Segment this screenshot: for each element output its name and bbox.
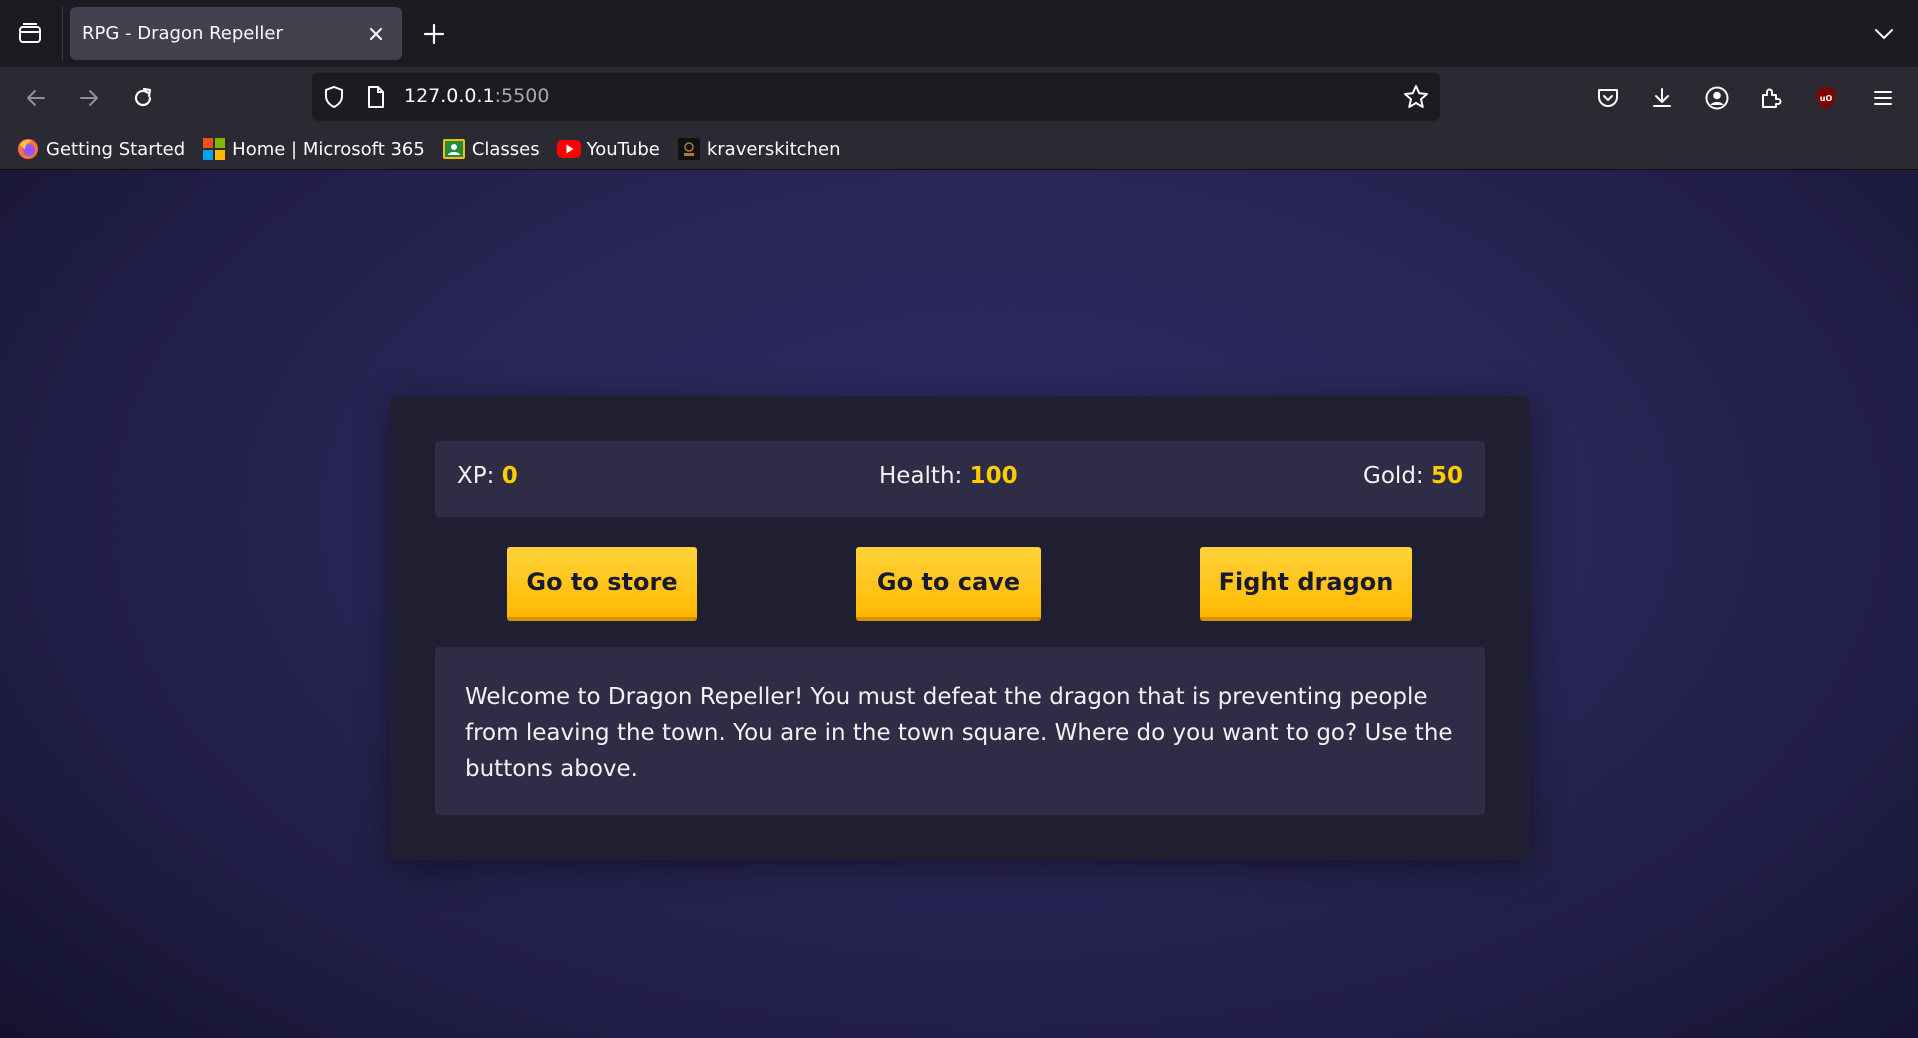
- game-text: Welcome to Dragon Repeller! You must def…: [435, 647, 1485, 815]
- microsoft-icon: [202, 137, 226, 161]
- svg-text:uO: uO: [1820, 94, 1833, 103]
- bookmark-microsoft-365[interactable]: Home | Microsoft 365: [202, 133, 425, 165]
- bookmark-label: Classes: [471, 138, 540, 160]
- pocket-button[interactable]: [1587, 77, 1629, 119]
- gold-label: Gold:: [1363, 463, 1431, 489]
- controls: Go to store Go to cave Fight dragon: [435, 547, 1485, 622]
- tab-active[interactable]: RPG - Dragon Repeller: [70, 7, 402, 60]
- pocket-icon: [1598, 89, 1618, 107]
- gold-value: 50: [1430, 463, 1463, 489]
- bookmark-getting-started[interactable]: Getting Started: [16, 133, 185, 165]
- stats-bar: XP: 0 Health: 100 Gold: 50: [435, 441, 1485, 517]
- close-icon: [370, 27, 382, 40]
- game-container: XP: 0 Health: 100 Gold: 50 Go to store G…: [390, 396, 1530, 860]
- url-text[interactable]: 127.0.0.1:5500: [404, 85, 549, 107]
- hamburger-menu-icon: [1874, 91, 1892, 105]
- ublock-button[interactable]: uO: [1805, 77, 1847, 119]
- tab-close-button[interactable]: [362, 20, 390, 48]
- arrow-right-icon: [80, 90, 98, 106]
- forward-button[interactable]: [68, 77, 110, 119]
- firefox-icon: [16, 137, 40, 161]
- puzzle-icon: [1762, 88, 1782, 108]
- extensions-button[interactable]: [1750, 77, 1792, 119]
- bookmark-label: YouTube: [586, 138, 660, 160]
- plus-icon: [423, 23, 445, 45]
- star-icon[interactable]: [1402, 83, 1430, 111]
- kraverskitchen-icon: [677, 137, 701, 161]
- navigation-toolbar: 127.0.0.1:5500 uO: [0, 67, 1918, 129]
- page-icon[interactable]: [362, 83, 390, 111]
- url-port: :5500: [494, 85, 550, 107]
- tab-separator: [62, 6, 63, 60]
- bookmark-kraverskitchen[interactable]: kraverskitchen: [677, 133, 841, 165]
- new-tab-button[interactable]: [414, 14, 454, 54]
- account-icon: [1705, 86, 1729, 110]
- shield-icon[interactable]: [320, 83, 348, 111]
- classes-icon: [442, 137, 466, 161]
- go-to-cave-button[interactable]: Go to cave: [856, 547, 1041, 621]
- go-to-store-button[interactable]: Go to store: [507, 547, 697, 621]
- tab-strip: RPG - Dragon Repeller: [0, 0, 1918, 67]
- reload-button[interactable]: [122, 77, 164, 119]
- reload-icon: [134, 87, 152, 107]
- bookmark-youtube[interactable]: YouTube: [556, 133, 660, 165]
- bookmark-label: Getting Started: [46, 138, 186, 160]
- downloads-button[interactable]: [1641, 77, 1683, 119]
- fight-dragon-button[interactable]: Fight dragon: [1200, 547, 1412, 621]
- tab-list-button[interactable]: [8, 14, 52, 54]
- list-all-tabs-button[interactable]: [1864, 14, 1904, 54]
- health-stat: Health: 100: [879, 463, 1018, 489]
- youtube-icon: [556, 137, 581, 161]
- url-host: 127.0.0.1: [404, 85, 495, 107]
- bookmark-label: kraverskitchen: [706, 138, 841, 160]
- bookmark-classes[interactable]: Classes: [442, 133, 540, 165]
- app-menu-button[interactable]: [1862, 77, 1904, 119]
- bookmark-label: Home | Microsoft 365: [232, 138, 425, 160]
- health-label: Health:: [879, 463, 970, 489]
- gold-stat: Gold: 50: [1363, 463, 1463, 489]
- bookmarks-toolbar: Getting Started Home | Microsoft 365 Cla…: [0, 129, 1918, 170]
- download-icon: [1653, 88, 1671, 107]
- chevron-down-icon: [1875, 29, 1893, 40]
- health-value: 100: [969, 463, 1018, 489]
- url-bar[interactable]: 127.0.0.1:5500: [312, 73, 1440, 121]
- tab-title: RPG - Dragon Repeller: [82, 23, 283, 44]
- tab-list-icon: [19, 23, 41, 43]
- ublock-shield-icon: uO: [1817, 87, 1835, 109]
- xp-value: 0: [501, 463, 518, 489]
- page-viewport: XP: 0 Health: 100 Gold: 50 Go to store G…: [0, 170, 1918, 1038]
- arrow-left-icon: [27, 90, 45, 106]
- xp-stat: XP: 0: [457, 463, 518, 489]
- xp-label: XP:: [457, 463, 502, 489]
- back-button[interactable]: [15, 77, 57, 119]
- account-button[interactable]: [1696, 77, 1738, 119]
